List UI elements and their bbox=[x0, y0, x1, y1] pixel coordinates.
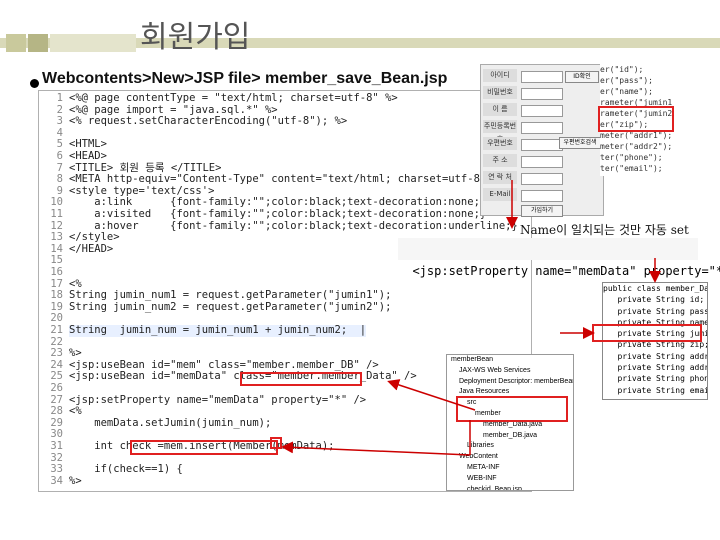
arrow-tree-to-insert bbox=[281, 441, 471, 456]
arrow-tree-to-usebean bbox=[387, 379, 476, 411]
annotation-arrows bbox=[281, 180, 661, 456]
